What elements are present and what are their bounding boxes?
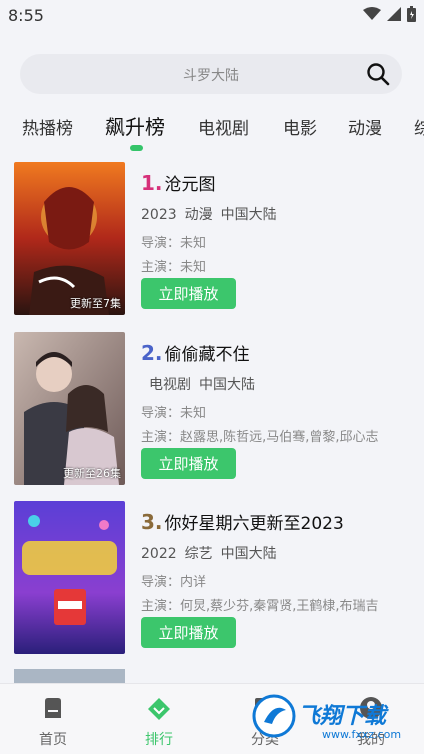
status-icons (363, 6, 416, 22)
title-text: 沧元图 (164, 175, 216, 195)
status-bar: 8:55 (0, 0, 424, 32)
nav-label: 排行 (145, 732, 173, 748)
play-button[interactable]: 立即播放 (141, 278, 236, 309)
rank-number: 3. (141, 510, 163, 534)
tab-anime[interactable]: 动漫 (348, 114, 382, 139)
title-text: 偷偷藏不住 (164, 345, 250, 365)
genre: 综艺 (184, 546, 213, 562)
search-bar[interactable]: 斗罗大陆 (20, 54, 402, 94)
tab-variety[interactable]: 综 (414, 114, 424, 139)
item-title[interactable]: 2. 偷偷藏不住 (141, 340, 250, 365)
item-meta: 电视剧 中国大陆 (141, 374, 263, 394)
region: 中国大陆 (199, 377, 255, 393)
item-title[interactable]: 1. 沧元图 (141, 170, 216, 195)
director: 导演：内详 (141, 575, 207, 590)
home-icon (45, 698, 61, 718)
actors: 主演：何炅,蔡少芬,秦霄贤,王鹤棣,布瑞吉 (141, 599, 379, 614)
watermark-url: www.fxxz.com (322, 728, 402, 741)
tab-hot[interactable]: 热播榜 (22, 114, 73, 139)
item-meta: 2022 综艺 中国大陆 (141, 543, 285, 563)
update-badge: 更新至26集 (63, 467, 121, 480)
update-badge: 更新至7集 (70, 297, 121, 310)
poster-image[interactable]: 更新至26集 (14, 332, 125, 485)
battery-icon (407, 6, 416, 22)
poster-image[interactable]: 更新至7集 (14, 162, 125, 315)
tab-rising[interactable]: 飙升榜 (105, 111, 165, 140)
director: 导演：未知 (141, 406, 207, 421)
play-button[interactable]: 立即播放 (141, 617, 236, 648)
item-title[interactable]: 3. 你好星期六更新至2023 (141, 509, 344, 534)
signal-icon (387, 7, 401, 21)
status-time: 8:55 (8, 6, 44, 25)
director: 导演：未知 (141, 236, 207, 251)
tab-movie[interactable]: 电影 (283, 114, 317, 139)
year: 2023 (141, 207, 177, 223)
list-item[interactable]: 更新至26集 2. 偷偷藏不住 电视剧 中国大陆 导演：未知 主演：赵露思,陈哲远,… (0, 332, 424, 486)
actors: 主演：赵露思,陈哲远,马伯骞,曾黎,邱心志 (141, 430, 379, 445)
poster-image[interactable] (14, 669, 125, 683)
search-icon[interactable] (366, 62, 390, 86)
watermark-logo-icon (252, 694, 296, 738)
poster-image[interactable] (14, 501, 125, 654)
rank-number: 1. (141, 171, 163, 195)
region: 中国大陆 (220, 207, 277, 223)
genre: 动漫 (184, 207, 213, 223)
nav-home[interactable]: 首页 (0, 684, 106, 754)
list-item[interactable]: 3. 你好星期六更新至2023 2022 综艺 中国大陆 导演：内详 主演：何炅,蔡少… (0, 501, 424, 655)
actors: 主演：未知 (141, 260, 207, 275)
nav-label: 首页 (39, 732, 67, 748)
nav-rank[interactable]: 排行 (106, 684, 212, 754)
search-input[interactable]: 斗罗大陆 (20, 65, 402, 85)
watermark: 飞翔下载 www.fxxz.com (252, 688, 424, 750)
category-tabs: 热播榜 飙升榜 电视剧 电影 动漫 综 (0, 108, 424, 148)
title-text: 你好星期六更新至2023 (164, 514, 344, 534)
watermark-text: 飞翔下载 (298, 704, 387, 729)
tab-tv[interactable]: 电视剧 (198, 114, 249, 139)
tab-indicator (130, 145, 143, 151)
rank-number: 2. (141, 341, 163, 365)
item-meta: 2023 动漫 中国大陆 (141, 204, 285, 224)
genre: 电视剧 (149, 377, 191, 393)
region: 中国大陆 (220, 546, 277, 562)
wifi-icon (363, 7, 381, 20)
year: 2022 (141, 546, 177, 562)
diamond-icon (148, 698, 170, 720)
play-button[interactable]: 立即播放 (141, 448, 236, 479)
list-item[interactable]: 更新至7集 1. 沧元图 2023 动漫 中国大陆 导演：未知 主演：未知 立即播放 (0, 162, 424, 316)
